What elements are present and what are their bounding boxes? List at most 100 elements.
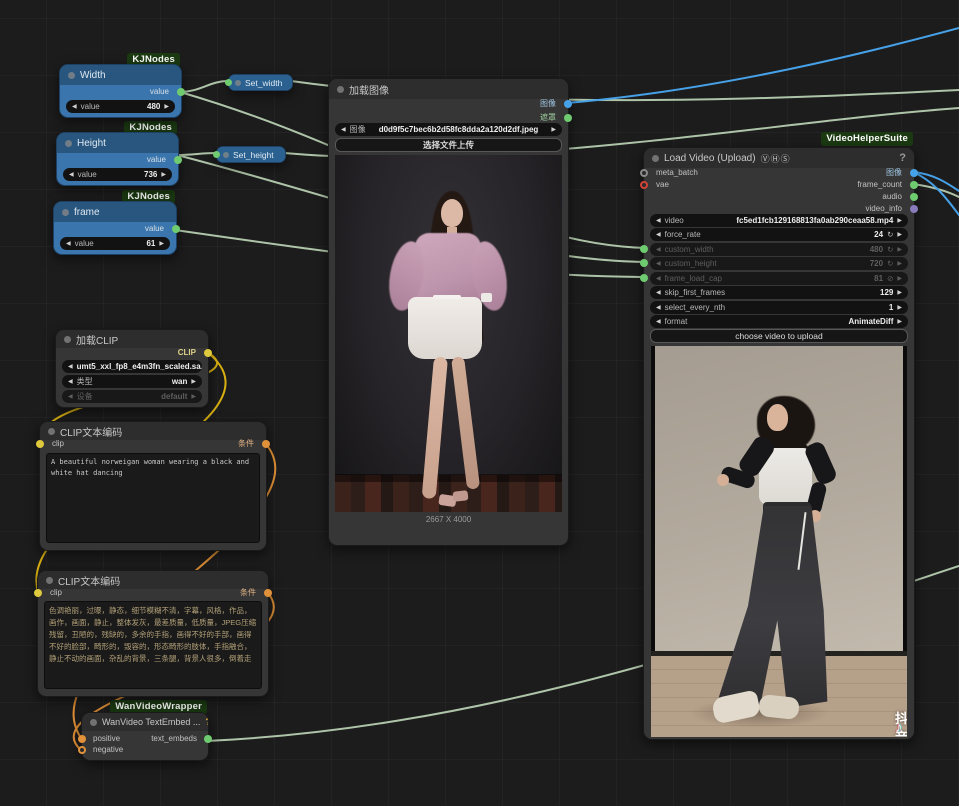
node-height[interactable]: Height value ◀ value 736 ▶	[56, 132, 179, 186]
comfyui-canvas[interactable]: { "colors": { "canvas_bg": "#1c1c1c", "b…	[0, 0, 959, 806]
increment-arrow-icon[interactable]: ▶	[897, 231, 902, 238]
collapse-dot-icon[interactable]	[64, 336, 71, 343]
node-wanvideo-titlebar[interactable]: WanVideo TextEmbed ... ?	[82, 713, 208, 731]
node-width-titlebar[interactable]: Width	[60, 65, 181, 85]
output-dot-video-info[interactable]	[910, 205, 918, 213]
node-width[interactable]: Width value ◀ value 480 ▶	[59, 64, 182, 118]
output-dot-image[interactable]	[564, 100, 572, 108]
input-dot-positive[interactable]	[78, 735, 86, 743]
upload-image-button[interactable]: 选择文件上传	[335, 138, 562, 152]
decrement-arrow-icon[interactable]: ◀	[656, 289, 661, 296]
node-load-video-titlebar[interactable]: Load Video (Upload) ⓋⒽⓈ ?	[644, 148, 914, 168]
node-height-titlebar[interactable]: Height	[57, 133, 178, 153]
node-load-image-titlebar[interactable]: 加载图像	[329, 79, 568, 99]
format-widget[interactable]: ◀ format AnimateDiff ▶	[650, 315, 908, 328]
value-widget[interactable]: ◀ value 736 ▶	[63, 168, 172, 181]
collapse-dot-icon[interactable]	[652, 155, 659, 162]
increment-arrow-icon[interactable]: ▶	[897, 246, 902, 253]
decrement-arrow-icon[interactable]: ◀	[656, 231, 661, 238]
clip-device-widget[interactable]: ◀ 设备 default ▶	[62, 390, 202, 403]
input-dot[interactable]	[225, 79, 232, 86]
decrement-arrow-icon[interactable]: ◀	[72, 103, 77, 110]
next-arrow-icon[interactable]: ▶	[897, 318, 902, 325]
collapse-dot-icon[interactable]	[235, 80, 241, 86]
collapse-dot-icon[interactable]	[337, 86, 344, 93]
increment-arrow-icon[interactable]: ▶	[897, 260, 902, 267]
prev-arrow-icon[interactable]: ◀	[68, 363, 73, 370]
node-set-height[interactable]: Set_height	[216, 146, 286, 163]
collapse-dot-icon[interactable]	[46, 577, 53, 584]
output-dot-conditioning[interactable]	[264, 589, 272, 597]
select-every-nth-widget[interactable]: ◀ select_every_nth 1 ▶	[650, 301, 908, 314]
node-wanvideo-textembed[interactable]: WanVideo TextEmbed ... ? positive negati…	[81, 712, 209, 761]
node-clip-encode-positive[interactable]: CLIP文本编码 clip 条件 A beautiful norweigan w…	[39, 421, 267, 551]
force-rate-widget[interactable]: ◀ force_rate 24 ↻ ▶	[650, 228, 908, 241]
node-load-video[interactable]: Load Video (Upload) ⓋⒽⓈ ? meta_batch vae…	[643, 147, 915, 740]
upload-video-button[interactable]: choose video to upload	[650, 329, 908, 343]
next-arrow-icon[interactable]: ▶	[551, 126, 556, 133]
input-dot-clip[interactable]	[34, 589, 42, 597]
next-arrow-icon[interactable]: ▶	[897, 217, 902, 224]
value-widget[interactable]: ◀ value 61 ▶	[60, 237, 170, 250]
output-dot-conditioning[interactable]	[262, 440, 270, 448]
prev-arrow-icon[interactable]: ◀	[656, 318, 661, 325]
decrement-arrow-icon[interactable]: ◀	[656, 304, 661, 311]
input-dot-custom-height[interactable]	[640, 259, 648, 267]
collapse-dot-icon[interactable]	[223, 152, 229, 158]
node-frame-titlebar[interactable]: frame	[54, 202, 176, 222]
clip-model-widget[interactable]: ◀ umt5_xxl_fp8_e4m3fn_scaled.sa... ▶	[62, 360, 202, 373]
node-load-image[interactable]: 加载图像 图像 遮罩 ◀ 图像 d0d9f5c7bec6b2d58fc8dda2…	[328, 78, 569, 546]
increment-arrow-icon[interactable]: ▶	[897, 289, 902, 296]
prev-arrow-icon[interactable]: ◀	[341, 126, 346, 133]
collapse-dot-icon[interactable]	[65, 140, 72, 147]
next-arrow-icon[interactable]: ▶	[191, 393, 196, 400]
value-widget[interactable]: ◀ value 480 ▶	[66, 100, 175, 113]
image-filename-widget[interactable]: ◀ 图像 d0d9f5c7bec6b2d58fc8dda2a120d2df.jp…	[335, 123, 562, 136]
prev-arrow-icon[interactable]: ◀	[656, 217, 661, 224]
output-dot-text-embeds[interactable]	[204, 735, 212, 743]
decrement-arrow-icon[interactable]: ◀	[69, 171, 74, 178]
output-dot-frame-count[interactable]	[910, 181, 918, 189]
frame-load-cap-widget[interactable]: ◀ frame_load_cap 81 ⊘ ▶	[650, 272, 908, 285]
input-dot-clip[interactable]	[36, 440, 44, 448]
skip-first-frames-widget[interactable]: ◀ skip_first_frames 129 ▶	[650, 286, 908, 299]
prompt-textarea[interactable]: A beautiful norweigan woman wearing a bl…	[46, 453, 260, 543]
collapse-dot-icon[interactable]	[68, 72, 75, 79]
output-dot-audio[interactable]	[910, 193, 918, 201]
collapse-dot-icon[interactable]	[62, 209, 69, 216]
increment-arrow-icon[interactable]: ▶	[897, 275, 902, 282]
increment-arrow-icon[interactable]: ▶	[897, 304, 902, 311]
custom-height-widget[interactable]: ◀ custom_height 720 ↻ ▶	[650, 257, 908, 270]
node-set-width[interactable]: Set_width	[228, 74, 293, 91]
output-dot-value[interactable]	[174, 156, 182, 164]
clip-type-widget[interactable]: ◀ 类型 wan ▶	[62, 375, 202, 388]
increment-arrow-icon[interactable]: ▶	[159, 240, 164, 247]
input-dot-frame-load-cap[interactable]	[640, 274, 648, 282]
node-clip-encode-negative-titlebar[interactable]: CLIP文本编码	[38, 571, 268, 589]
input-dot-vae[interactable]	[640, 181, 648, 189]
increment-arrow-icon[interactable]: ▶	[164, 103, 169, 110]
prev-arrow-icon[interactable]: ◀	[68, 378, 73, 385]
collapse-dot-icon[interactable]	[90, 719, 97, 726]
decrement-arrow-icon[interactable]: ◀	[656, 275, 661, 282]
node-clip-encode-negative[interactable]: CLIP文本编码 clip 条件 色调艳丽，过曝，静态，细节模糊不清，字幕，风格…	[37, 570, 269, 697]
next-arrow-icon[interactable]: ▶	[191, 378, 196, 385]
input-dot[interactable]	[213, 151, 220, 158]
negative-prompt-textarea[interactable]: 色调艳丽，过曝，静态，细节模糊不清，字幕，风格，作品，画作，画面，静止，整体发灰…	[44, 601, 262, 689]
node-load-clip-titlebar[interactable]: 加载CLIP	[56, 330, 208, 348]
output-dot-image[interactable]	[910, 169, 918, 177]
node-frame[interactable]: frame value ◀ value 61 ▶	[53, 201, 177, 255]
collapse-dot-icon[interactable]	[48, 428, 55, 435]
video-filename-widget[interactable]: ◀ video fc5ed1fcb129168813fa0ab290ceaa58…	[650, 214, 908, 227]
decrement-arrow-icon[interactable]: ◀	[656, 260, 661, 267]
decrement-arrow-icon[interactable]: ◀	[656, 246, 661, 253]
help-icon[interactable]: ?	[899, 152, 906, 164]
help-icon[interactable]: ?	[205, 717, 208, 728]
output-dot-value[interactable]	[177, 88, 185, 96]
node-load-clip[interactable]: 加载CLIP CLIP ◀ umt5_xxl_fp8_e4m3fn_scaled…	[55, 329, 209, 408]
output-dot-clip[interactable]	[204, 349, 212, 357]
input-dot-custom-width[interactable]	[640, 245, 648, 253]
prev-arrow-icon[interactable]: ◀	[68, 393, 73, 400]
decrement-arrow-icon[interactable]: ◀	[66, 240, 71, 247]
output-dot-mask[interactable]	[564, 114, 572, 122]
